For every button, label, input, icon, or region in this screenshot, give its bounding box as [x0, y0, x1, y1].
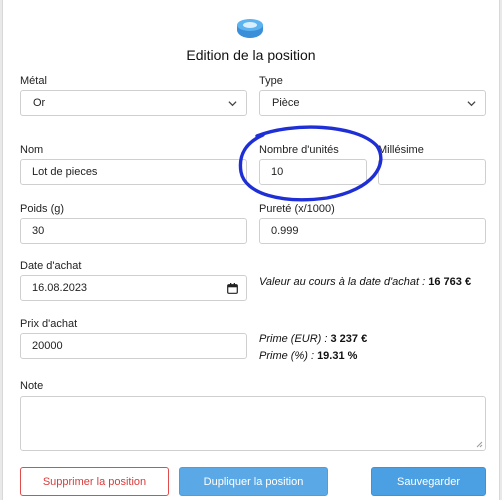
- purity-value: 0.999: [271, 225, 299, 237]
- dialog-title: Edition de la position: [186, 47, 316, 63]
- type-select[interactable]: Pièce: [259, 90, 486, 116]
- units-label: Nombre d'unités: [259, 144, 339, 156]
- name-input[interactable]: Lot de pieces: [20, 159, 247, 185]
- metal-value: Or: [33, 97, 46, 109]
- type-value: Pièce: [272, 97, 300, 109]
- premium-eur: Prime (EUR) : 3 237 €: [259, 333, 367, 345]
- premium-pct-label: Prime (%) :: [259, 350, 318, 362]
- delete-position-button[interactable]: Supprimer la position: [20, 467, 169, 496]
- metal-select[interactable]: Or: [20, 90, 247, 116]
- premium-eur-value: 3 237 €: [330, 333, 368, 345]
- weight-value: 30: [32, 225, 45, 237]
- value-at-date: Valeur au cours à la date d'achat : 16 7…: [259, 276, 471, 288]
- premium-pct-value: 19.31 %: [317, 350, 358, 362]
- position-edit-dialog: Edition de la position Métal Or Type Piè…: [2, 0, 500, 500]
- metal-label: Métal: [20, 75, 47, 87]
- units-value: 10: [271, 166, 284, 178]
- resize-handle-icon[interactable]: [476, 441, 483, 448]
- coin-stack-icon: [237, 19, 263, 38]
- price-input[interactable]: 20000: [20, 333, 247, 359]
- purity-input[interactable]: 0.999: [259, 218, 486, 244]
- chevron-down-icon: [467, 101, 476, 107]
- units-input[interactable]: 10: [259, 159, 367, 185]
- weight-input[interactable]: 30: [20, 218, 247, 244]
- name-label: Nom: [20, 144, 44, 156]
- calendar-icon[interactable]: [227, 283, 238, 294]
- vintage-label: Millésime: [378, 144, 424, 156]
- value-at-date-label: Valeur au cours à la date d'achat :: [259, 276, 429, 288]
- value-at-date-amount: 16 763 €: [428, 276, 472, 288]
- note-textarea[interactable]: [20, 396, 486, 451]
- name-value: Lot de pieces: [32, 166, 98, 178]
- vintage-input[interactable]: [378, 159, 486, 185]
- chevron-down-icon: [228, 101, 237, 107]
- save-button[interactable]: Sauvegarder: [371, 467, 486, 496]
- purity-label: Pureté (x/1000): [259, 203, 335, 215]
- premium-eur-label: Prime (EUR) :: [259, 333, 331, 345]
- type-label: Type: [259, 75, 283, 87]
- price-label: Prix d'achat: [20, 318, 78, 330]
- note-label: Note: [20, 380, 44, 392]
- date-label: Date d'achat: [20, 260, 82, 272]
- price-value: 20000: [32, 340, 63, 352]
- duplicate-position-button[interactable]: Dupliquer la position: [179, 467, 328, 496]
- purchase-date-input[interactable]: 16.08.2023: [20, 275, 247, 301]
- weight-label: Poids (g): [20, 203, 65, 215]
- date-value: 16.08.2023: [32, 282, 88, 294]
- premium-pct: Prime (%) : 19.31 %: [259, 350, 357, 362]
